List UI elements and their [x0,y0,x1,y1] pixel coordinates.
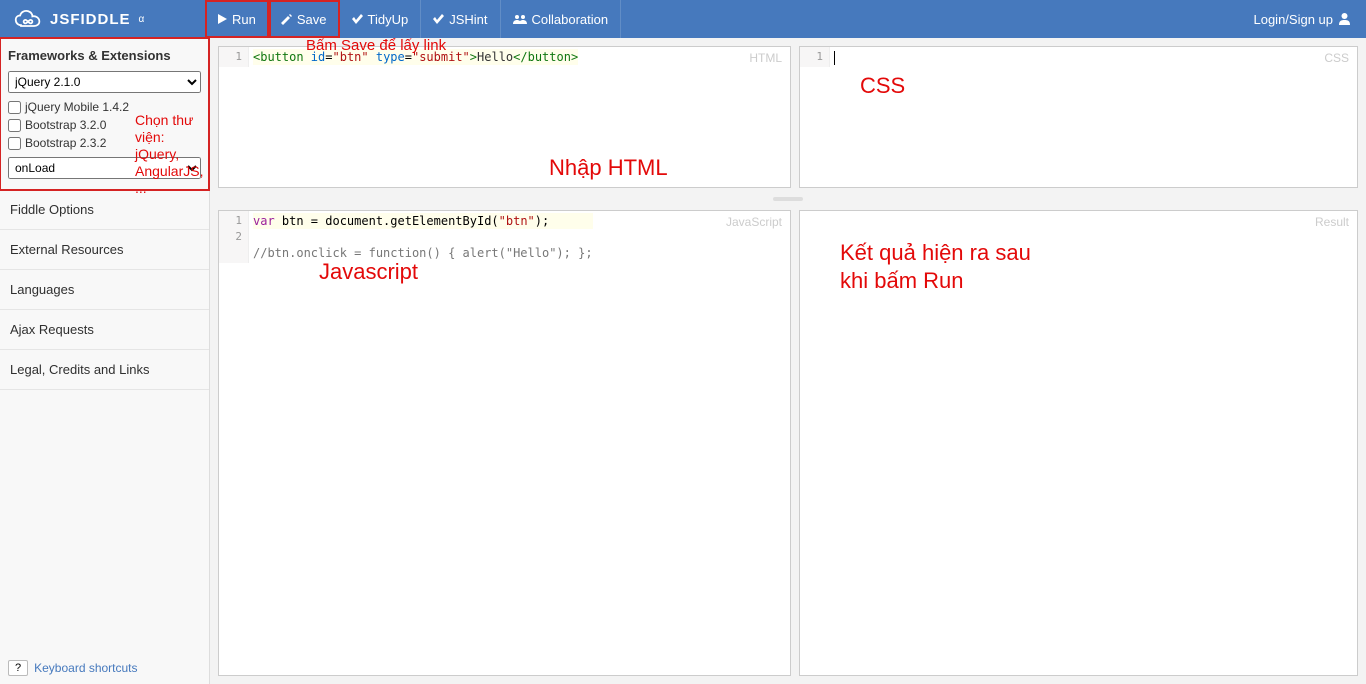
annotation-css: CSS [860,73,905,99]
result-pane: Result Kết quả hiện ra saukhi bấm Run [799,210,1358,676]
wrap-select[interactable]: onLoad [8,157,201,179]
play-icon [218,14,227,24]
pencil-icon [281,14,292,25]
sidebar: Frameworks & Extensions jQuery 2.1.0 jQu… [0,38,210,684]
js-pane-label: JavaScript [726,215,782,229]
js-code[interactable]: var btn = document.getElementById("btn")… [249,211,597,263]
tidyup-button[interactable]: TidyUp [340,0,422,38]
main-container: Frameworks & Extensions jQuery 2.1.0 jQu… [0,38,1366,684]
kbd-help-button[interactable]: ? [8,660,28,676]
jshint-button[interactable]: JSHint [421,0,500,38]
logo-alpha: α [139,14,145,25]
editor-panes: HTML 1 <button id="btn" type="submit">He… [210,38,1366,684]
collaboration-button[interactable]: Collaboration [501,0,622,38]
user-icon [1339,13,1350,25]
html-code[interactable]: <button id="btn" type="submit">Hello</bu… [249,47,582,67]
js-gutter: 12 [219,211,249,263]
html-pane-label: HTML [749,51,782,65]
lib-checkbox-bootstrap-320[interactable]: Bootstrap 3.2.0 [8,117,201,133]
people-icon [513,14,527,24]
annotation-html: Nhập HTML [549,155,668,181]
css-gutter: 1 [800,47,830,67]
result-pane-label: Result [1315,215,1349,229]
cloud-logo-icon [14,9,42,29]
sidebar-external-resources[interactable]: External Resources [0,230,209,270]
kbd-shortcuts-link[interactable]: Keyboard shortcuts [34,661,137,675]
toolbar: Run Save TidyUp JSHint Collaboration [205,0,621,38]
logo-text: JSFIDDLE [50,11,131,28]
js-pane[interactable]: JavaScript 12 var btn = document.getElem… [218,210,791,676]
css-code[interactable] [830,47,839,67]
css-pane[interactable]: CSS 1 CSS [799,46,1358,188]
lib-checkbox-bootstrap-232[interactable]: Bootstrap 2.3.2 [8,135,201,151]
frameworks-title: Frameworks & Extensions [8,48,201,63]
html-pane[interactable]: HTML 1 <button id="btn" type="submit">He… [218,46,791,188]
sidebar-ajax-requests[interactable]: Ajax Requests [0,310,209,350]
top-bar: JSFIDDLE α Run Save TidyUp JSHint Collab… [0,0,1366,38]
lib-checkbox-jquery-mobile[interactable]: jQuery Mobile 1.4.2 [8,99,201,115]
check-icon [433,14,444,24]
annotation-result: Kết quả hiện ra saukhi bấm Run [840,239,1031,295]
save-button[interactable]: Save [269,0,340,38]
sidebar-legal[interactable]: Legal, Credits and Links [0,350,209,390]
login-signup-button[interactable]: Login/Sign up [1237,12,1366,27]
sidebar-languages[interactable]: Languages [0,270,209,310]
html-gutter: 1 [219,47,249,67]
sidebar-footer: ? Keyboard shortcuts [0,652,209,684]
frameworks-panel: Frameworks & Extensions jQuery 2.1.0 jQu… [0,38,209,190]
check-icon [352,14,363,24]
css-pane-label: CSS [1324,51,1349,65]
logo[interactable]: JSFIDDLE α [0,9,205,29]
run-button[interactable]: Run [205,0,269,38]
sidebar-fiddle-options[interactable]: Fiddle Options [0,190,209,230]
framework-select[interactable]: jQuery 2.1.0 [8,71,201,93]
